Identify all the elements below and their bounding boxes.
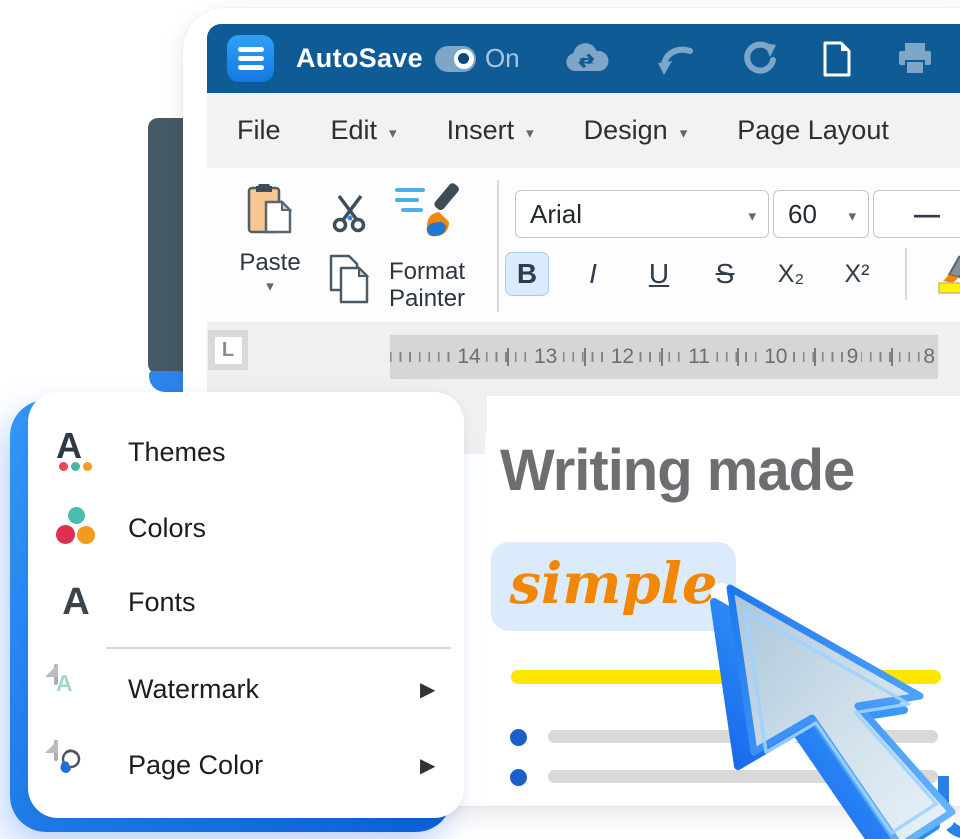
- chevron-right-icon: ▶: [420, 753, 435, 778]
- bullet-dot: [510, 729, 527, 746]
- chevron-down-icon: ▾: [848, 207, 868, 225]
- bold-button[interactable]: B: [505, 252, 549, 296]
- ruler-number: 14: [454, 345, 483, 369]
- menu-item-file[interactable]: File: [237, 115, 281, 146]
- ruler-strip[interactable]: 14 13 12 11 10 9 8: [390, 335, 938, 379]
- undo-icon[interactable]: [656, 41, 696, 77]
- fonts-icon: A: [54, 579, 98, 625]
- ruler-number: 12: [608, 345, 637, 369]
- print-icon[interactable]: [896, 41, 934, 77]
- ruler-row: L 14 13 12 11 10 9 8: [207, 322, 960, 396]
- chevron-down-icon: ▾: [233, 277, 307, 295]
- toolbar-divider: [497, 180, 499, 312]
- decor-blue-strip-cap: [149, 371, 186, 392]
- menu-item-design[interactable]: Design▾: [584, 115, 688, 146]
- format-painter-icon[interactable]: [393, 180, 469, 245]
- menu-item-themes[interactable]: A Themes: [28, 424, 464, 480]
- subscript-button[interactable]: X₂: [769, 252, 813, 296]
- ruler-number: 11: [685, 345, 713, 369]
- hero-headline: Writing made: [500, 440, 854, 502]
- design-dropdown-menu: A Themes Colors A Fonts A Watermark ▶: [28, 392, 464, 818]
- format-buttons-row: B I U S X₂ X²: [505, 252, 960, 296]
- colors-icon: [54, 505, 98, 551]
- chevron-down-icon: ▾: [680, 124, 688, 142]
- paste-button[interactable]: Paste ▾: [233, 182, 307, 293]
- ruler-mid-tick: [891, 348, 893, 366]
- tab-stop-selector[interactable]: L: [208, 330, 248, 370]
- font-name-select[interactable]: Arial ▾: [515, 190, 769, 238]
- watermark-icon: A: [54, 666, 98, 712]
- menu-divider: [106, 647, 451, 649]
- toolbar-divider: [905, 248, 907, 300]
- hamburger-menu-icon[interactable]: [227, 35, 274, 82]
- menu-item-insert[interactable]: Insert▾: [447, 115, 534, 146]
- ruler-number: 13: [531, 345, 560, 369]
- menu-bar: File Edit▾ Insert▾ Design▾ Page Layout: [207, 93, 960, 168]
- bullet-dot: [510, 769, 527, 786]
- ruler-number: 8: [920, 345, 938, 369]
- cut-icon[interactable]: [329, 192, 371, 239]
- ruler-mid-tick: [507, 348, 509, 366]
- format-painter-label[interactable]: Format Painter: [389, 258, 465, 312]
- new-document-icon[interactable]: [822, 40, 852, 78]
- cloud-sync-icon[interactable]: [562, 41, 612, 77]
- paste-clipboard-icon: [246, 227, 294, 244]
- menu-item-page-layout[interactable]: Page Layout: [737, 115, 889, 146]
- ruler-number: 10: [761, 345, 790, 369]
- menu-item-watermark[interactable]: A Watermark ▶: [28, 661, 464, 717]
- autosave-label: AutoSave: [296, 43, 423, 74]
- font-size-select[interactable]: 60 ▾: [773, 190, 869, 238]
- menu-item-colors[interactable]: Colors: [28, 500, 464, 556]
- redo-icon[interactable]: [740, 41, 778, 77]
- themes-icon: A: [54, 429, 98, 475]
- ruler-mid-tick: [661, 348, 663, 366]
- ribbon-toolbar: Paste ▾ Format Painter Arial ▾ 60: [207, 168, 960, 322]
- ruler-mid-tick: [814, 348, 816, 366]
- paste-label: Paste: [233, 249, 307, 277]
- title-bar: AutoSave On: [207, 24, 960, 93]
- autosave-toggle[interactable]: [435, 46, 476, 72]
- strikethrough-button[interactable]: S: [703, 252, 747, 296]
- menu-item-page-color[interactable]: Page Color ▶: [28, 737, 464, 793]
- underline-button[interactable]: U: [637, 252, 681, 296]
- tab-stop-label: L: [215, 337, 242, 364]
- chevron-down-icon: ▾: [748, 207, 768, 225]
- cursor-3d-arrow-icon: [660, 540, 960, 839]
- ruler-number: 9: [844, 345, 862, 369]
- superscript-button[interactable]: X²: [835, 252, 879, 296]
- decor-dark-strip: [148, 118, 186, 374]
- chevron-down-icon: ▾: [526, 124, 534, 142]
- autosave-state-label: On: [485, 43, 520, 74]
- highlighter-icon[interactable]: [929, 249, 960, 300]
- menu-item-edit[interactable]: Edit▾: [331, 115, 397, 146]
- ruler-mid-tick: [737, 348, 739, 366]
- chevron-down-icon: ▾: [389, 124, 397, 142]
- copy-icon[interactable]: [327, 252, 373, 311]
- italic-button[interactable]: I: [571, 252, 615, 296]
- ruler-mid-tick: [584, 348, 586, 366]
- menu-item-fonts[interactable]: A Fonts: [28, 574, 464, 630]
- page-color-icon: [54, 742, 98, 788]
- chevron-right-icon: ▶: [420, 677, 435, 702]
- promo-screenshot: AutoSave On: [0, 0, 960, 839]
- decrease-font-button[interactable]: —: [873, 190, 960, 238]
